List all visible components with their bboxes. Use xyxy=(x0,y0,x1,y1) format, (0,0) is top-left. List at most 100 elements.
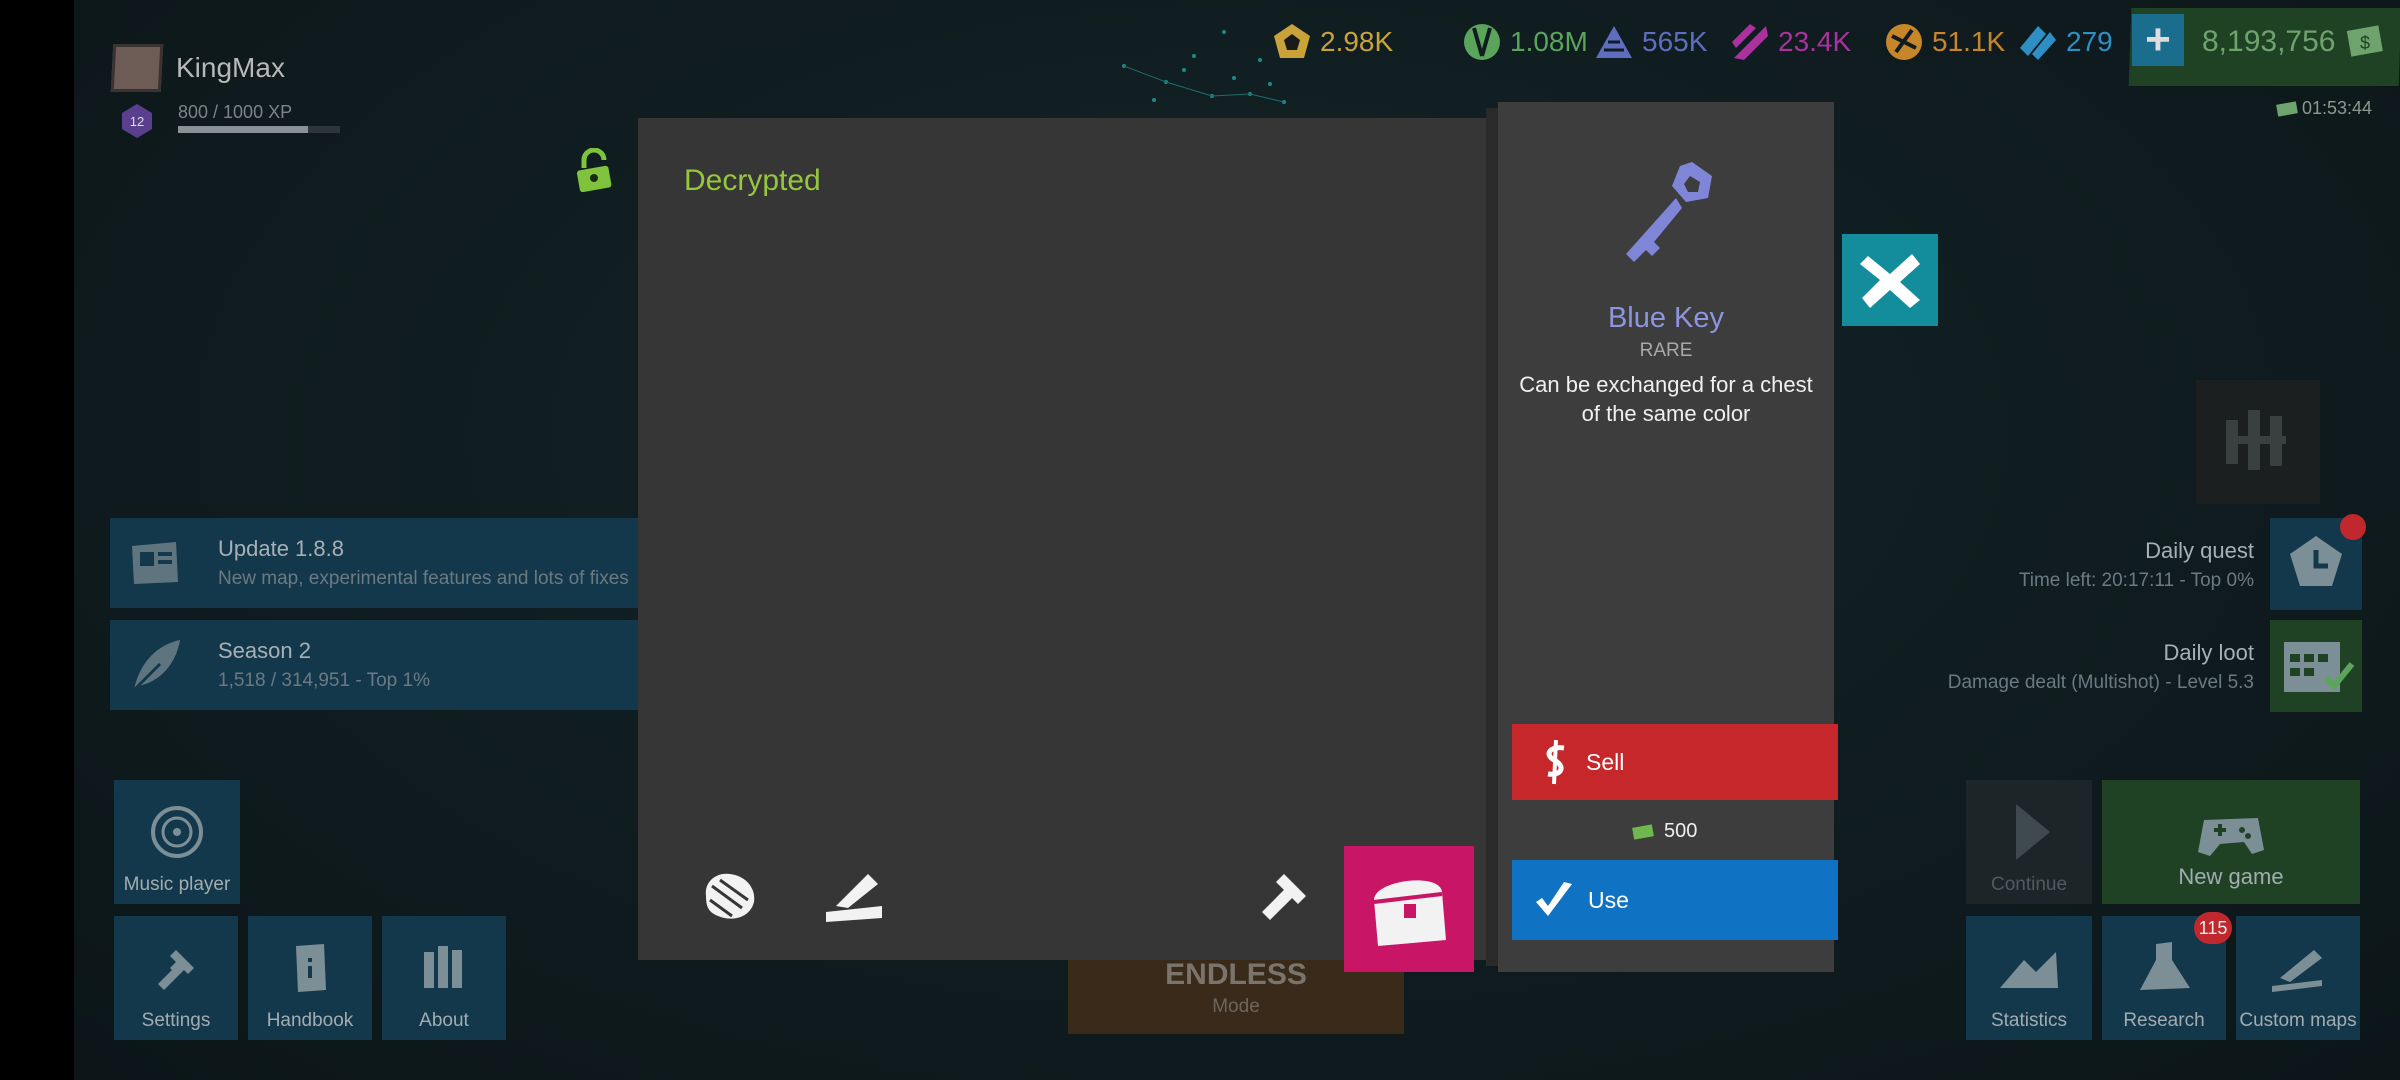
resource-value: 279 xyxy=(2066,26,2113,57)
hammer-wrench-icon[interactable] xyxy=(1254,866,1318,926)
username: KingMax xyxy=(176,52,285,83)
feather-icon xyxy=(128,640,180,696)
level-badge-icon: 12 xyxy=(122,104,152,138)
research-badge: 115 xyxy=(2194,912,2232,944)
settings-button[interactable]: Settings xyxy=(114,916,238,1040)
season-subtitle: 1,518 / 314,951 - Top 1% xyxy=(218,670,430,691)
screen-edge xyxy=(0,0,74,1080)
sell-label: Sell xyxy=(1586,748,1625,775)
handbook-button[interactable]: Handbook xyxy=(248,916,372,1040)
music-player-button[interactable]: Music player xyxy=(114,780,240,904)
purple-shard-icon xyxy=(1732,24,1768,60)
resource-cyan-diamond: 279 xyxy=(2016,22,2113,62)
resource-value: 23.4K xyxy=(1778,26,1852,57)
about-button[interactable]: About xyxy=(382,916,506,1040)
pencil-ruler-icon xyxy=(2272,950,2322,992)
panel-title: Decrypted xyxy=(684,164,821,197)
calendar-icon xyxy=(2284,642,2355,692)
money-timer-text: 01:53:44 xyxy=(2302,98,2373,118)
shred-paper-icon[interactable] xyxy=(698,866,762,926)
play-icon xyxy=(2016,804,2050,860)
daily-loot-subtitle: Damage dealt (Multishot) - Level 5.3 xyxy=(1947,672,2254,693)
resource-value: 565K xyxy=(1642,26,1708,57)
resource-purple-shard: 23.4K xyxy=(1728,22,1851,62)
avatar[interactable] xyxy=(110,44,164,92)
svg-text:$: $ xyxy=(2360,33,2370,53)
sell-button[interactable]: Sell xyxy=(1512,724,1838,800)
level-number: 12 xyxy=(130,114,144,129)
resource-blue-crystal: 565K xyxy=(1592,22,1707,62)
book-icon xyxy=(296,944,326,992)
resource-value: 2.98K xyxy=(1320,26,1394,57)
money-timer: 01:53:44 xyxy=(2276,98,2372,119)
custom-maps-label: Custom maps xyxy=(2239,1010,2357,1031)
daily-loot-title: Daily loot xyxy=(2163,640,2254,665)
daily-quest-subtitle: Time left: 20:17:11 - Top 0% xyxy=(2018,570,2254,591)
cash-small-icon xyxy=(2276,100,2298,117)
update-subtitle: New map, experimental features and lots … xyxy=(218,568,629,589)
dollar-icon xyxy=(1546,739,1565,785)
news-icon xyxy=(132,542,178,584)
sell-price: 500 xyxy=(1632,820,1697,843)
resource-value: 1.08M xyxy=(1510,26,1588,57)
resource-value: 51.1K xyxy=(1932,26,2006,57)
money-display: 8,193,756 $ xyxy=(2202,22,2389,62)
close-icon xyxy=(1860,254,1920,308)
cash-icon: $ xyxy=(2347,25,2384,57)
resource-green-gem: 1.08M xyxy=(1460,22,1588,62)
notification-dot xyxy=(2340,514,2366,540)
statistics-button[interactable]: Statistics xyxy=(1966,916,2092,1040)
season-card[interactable] xyxy=(110,620,642,710)
panel-divider xyxy=(1486,108,1498,966)
new-game-label: New game xyxy=(2178,864,2284,889)
close-button[interactable] xyxy=(1842,234,1938,326)
unlock-icon[interactable] xyxy=(574,148,616,192)
pentagon-coin-icon xyxy=(1274,24,1310,58)
mountain-chart-icon xyxy=(2000,952,2058,988)
cash-small-icon xyxy=(1632,823,1654,840)
handbook-label: Handbook xyxy=(266,1010,354,1031)
update-title: Update 1.8.8 xyxy=(218,536,344,561)
money-value: 8,193,756 xyxy=(2202,25,2336,58)
continue-label: Continue xyxy=(1990,874,2068,895)
endless-mode-label: Mode xyxy=(1212,996,1260,1017)
update-card[interactable] xyxy=(110,518,642,608)
chest-tab[interactable] xyxy=(1344,846,1474,972)
statistics-label: Statistics xyxy=(1990,1010,2068,1031)
sell-price-value: 500 xyxy=(1664,820,1698,842)
xp-bar xyxy=(178,126,340,133)
research-label: Research xyxy=(2123,1010,2205,1031)
xp-bar-fill xyxy=(178,126,308,133)
daily-quest-title: Daily quest xyxy=(2145,538,2254,563)
info-panels-icon xyxy=(424,946,462,988)
item-rarity: RARE xyxy=(1639,340,1693,361)
item-name: Blue Key xyxy=(1607,302,1725,334)
blue-crystal-icon xyxy=(1596,26,1632,58)
season-title: Season 2 xyxy=(218,638,311,663)
daily-loot-button[interactable] xyxy=(2270,620,2362,712)
item-description: Can be exchanged for a chest of the same… xyxy=(1519,372,1813,426)
pencil-ruler-icon[interactable] xyxy=(822,868,886,924)
settings-label: Settings xyxy=(141,1010,211,1031)
blue-key-icon xyxy=(1626,162,1712,262)
resource-pentagon-coin: 2.98K xyxy=(1270,22,1393,62)
map-thumbnail-icon xyxy=(2226,410,2286,470)
cyan-diamond-icon xyxy=(2020,26,2056,60)
decrypted-items-panel xyxy=(638,118,1486,960)
use-label: Use xyxy=(1588,886,1629,913)
resource-orange-ore: 51.1K xyxy=(1882,22,2005,62)
gamepad-icon xyxy=(2198,818,2264,856)
orange-ore-icon xyxy=(1886,24,1922,60)
music-player-label: Music player xyxy=(123,874,231,895)
new-game-button[interactable]: New game xyxy=(2102,780,2360,904)
map-preview[interactable] xyxy=(2196,380,2320,504)
about-label: About xyxy=(419,1010,469,1031)
use-button[interactable]: Use xyxy=(1512,860,1838,940)
vinyl-icon xyxy=(151,806,203,858)
treasure-chest-icon xyxy=(1373,880,1446,946)
tools-icon xyxy=(158,950,194,990)
checkmark-icon xyxy=(1536,882,1572,916)
add-money-button[interactable]: + xyxy=(2132,14,2184,66)
custom-maps-button[interactable]: Custom maps xyxy=(2236,916,2360,1040)
continue-button[interactable]: Continue xyxy=(1966,780,2092,904)
